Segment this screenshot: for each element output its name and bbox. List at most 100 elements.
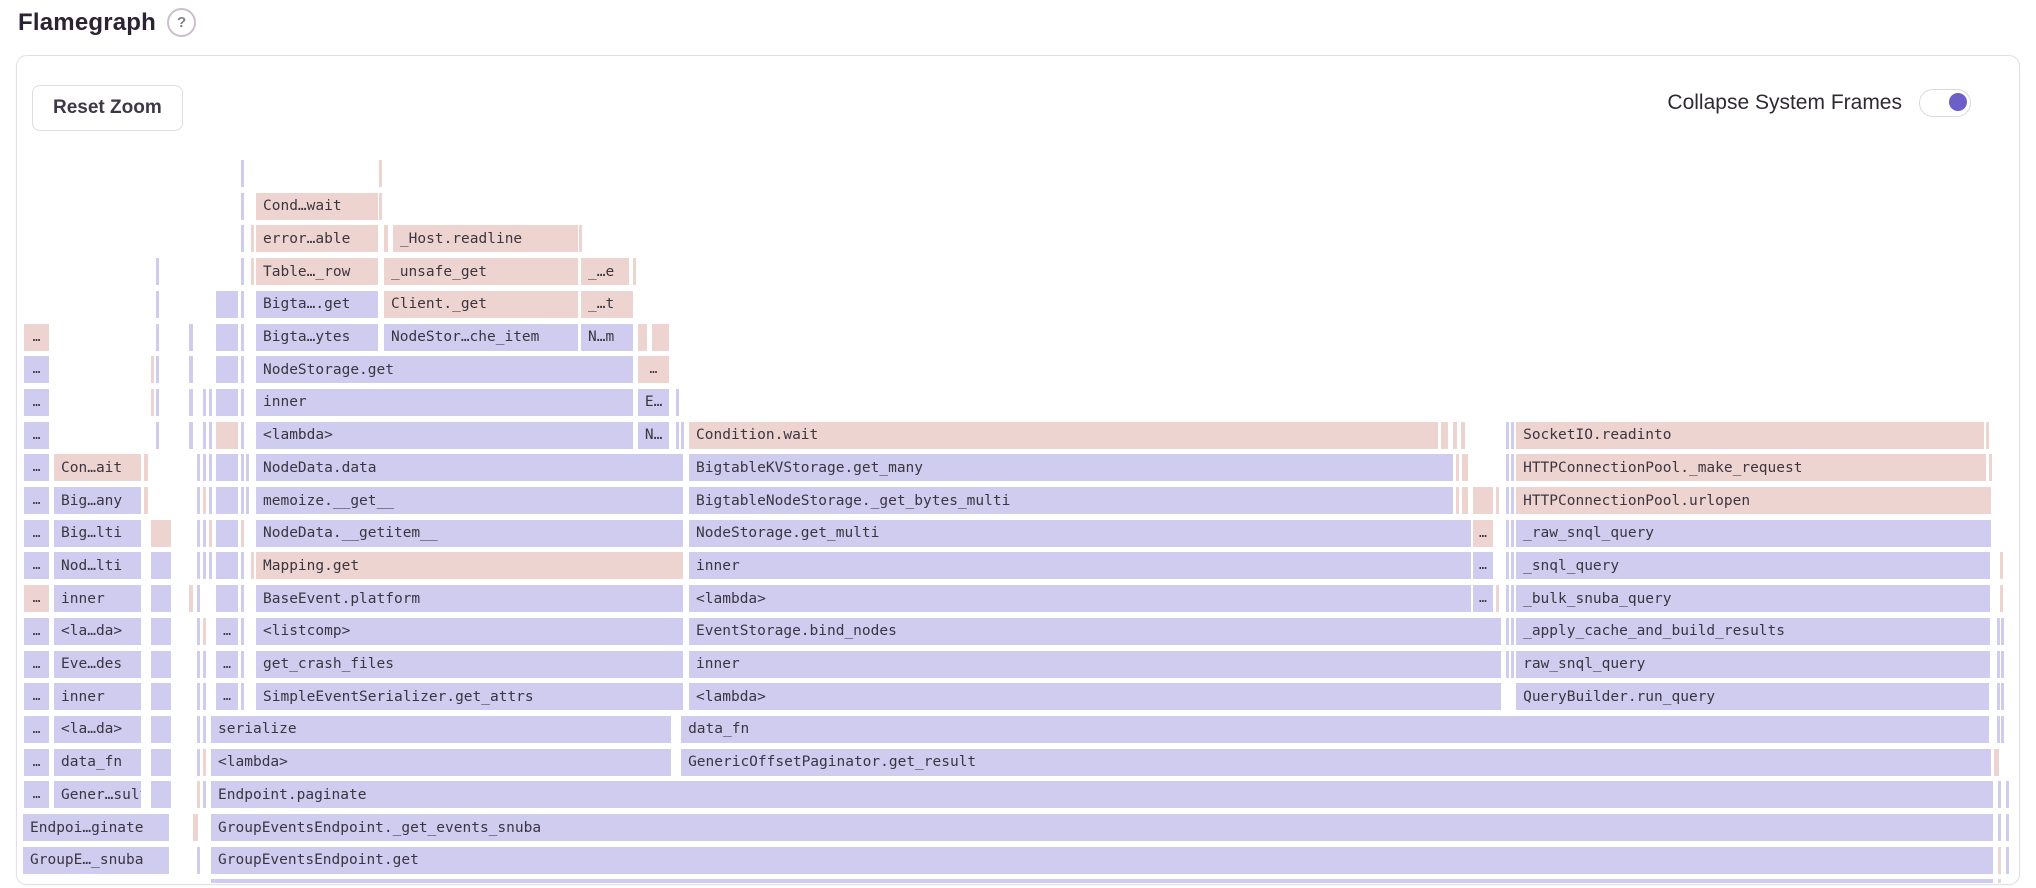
frame-bulk-snuba-query[interactable]: _bulk_snuba_query [1516,585,1990,612]
frame-client-get[interactable]: Client._get [384,291,578,318]
frame-sliver[interactable] [197,520,200,547]
frame-sliver[interactable] [1997,651,2000,678]
frame-sliver[interactable] [241,193,244,220]
frame-sliver[interactable] [151,552,171,579]
frame-[interactable]: … [1473,520,1493,547]
frame-sliver[interactable] [1506,618,1509,645]
frame-cond-wait[interactable]: Cond…wait [256,193,378,220]
frame-sliver[interactable] [241,160,244,187]
frame-[interactable]: … [1473,552,1493,579]
frame-sliver[interactable] [216,585,238,612]
frame-sliver[interactable] [189,324,193,351]
frame-sliver[interactable] [638,324,647,351]
frame-sliver[interactable] [156,356,159,383]
frame-sliver[interactable] [241,422,244,449]
frame-[interactable]: … [24,585,49,612]
frame-sliver[interactable] [197,618,200,645]
frame-t[interactable]: _…t [581,291,633,318]
frame-[interactable]: … [216,651,238,678]
frame-httpconnectionpool-urlopen[interactable]: HTTPConnectionPool.urlopen [1516,487,1991,514]
frame-sliver[interactable] [676,389,679,416]
frame-sliver[interactable] [216,324,238,351]
frame-[interactable]: … [24,389,49,416]
frame-[interactable]: … [24,749,49,776]
frame-sliver[interactable] [1462,454,1468,481]
frame-lambda[interactable]: <lambda> [211,749,671,776]
frame-sliver[interactable] [203,454,206,481]
frame-httpconnectionpool-make-request[interactable]: HTTPConnectionPool._make_request [1516,454,1986,481]
frame-[interactable]: … [24,781,49,808]
frame-raw-snql-query[interactable]: raw_snql_query [1516,651,1990,678]
frame-sliver[interactable] [197,487,200,514]
frame-genericoffsetpaginator-get-result[interactable]: GenericOffsetPaginator.get_result [681,749,1991,776]
frame-sliver[interactable] [151,749,171,776]
frame-sliver[interactable] [241,487,244,514]
frame-sliver[interactable] [1997,683,2000,710]
frame-sliver[interactable] [151,716,171,743]
frame-sliver[interactable] [379,160,382,187]
frame-sliver[interactable] [156,422,159,449]
frame-listcomp[interactable]: <listcomp> [256,618,683,645]
frame-big-lti[interactable]: Big…lti [54,520,141,547]
frame-bigtablenodestorage-get-bytes-multi[interactable]: BigtableNodeStorage._get_bytes_multi [689,487,1453,514]
frame-sliver[interactable] [209,520,212,547]
frame-inner[interactable]: inner [54,585,141,612]
frame-eve-des[interactable]: Eve…des [54,651,141,678]
frame-sliver[interactable] [1506,454,1509,481]
frame-sliver[interactable] [241,618,244,645]
frame-sliver[interactable] [1441,422,1448,449]
frame-gener-sult[interactable]: Gener…sult [54,781,141,808]
frame-querybuilder-run-query[interactable]: QueryBuilder.run_query [1516,683,1989,710]
frame-sliver[interactable] [1456,487,1459,514]
frame-nodedata-getitem[interactable]: NodeData.__getitem__ [256,520,683,547]
frame-sliver[interactable] [1453,422,1457,449]
frame-sliver[interactable] [652,324,669,351]
frame-sliver[interactable] [251,225,254,252]
frame-n[interactable]: N… [638,422,669,449]
frame-e[interactable]: E… [638,389,669,416]
frame-[interactable]: … [1473,585,1493,612]
frame-sliver[interactable] [1496,487,1499,514]
frame-lambda[interactable]: <lambda> [256,422,633,449]
frame-sliver[interactable] [241,683,244,710]
frame-[interactable]: … [24,683,49,710]
frame-simpleeventserializer-get-attrs[interactable]: SimpleEventSerializer.get_attrs [256,683,683,710]
frame-sliver[interactable] [197,749,200,776]
frame-sliver[interactable] [209,552,212,579]
frame-table-row[interactable]: Table…_row [256,258,378,285]
frame-sliver[interactable] [1496,585,1499,612]
frame-apply-cache-and-build-results[interactable]: _apply_cache_and_build_results [1516,618,1990,645]
frame-sliver[interactable] [203,520,206,547]
frame-sliver[interactable] [1997,716,2000,743]
frame-sliver[interactable] [189,356,193,383]
frame-groupeventsendpoint-get-events-snuba[interactable]: GroupEventsEndpoint._get_events_snuba [211,814,1993,841]
frame-endpoi-ginate[interactable]: Endpoi…ginate [23,814,169,841]
frame-[interactable]: … [24,487,49,514]
frame-sliver[interactable] [1986,422,1989,449]
frame-sliver[interactable] [193,814,198,841]
frame-inner[interactable]: inner [256,389,633,416]
frame-sliver[interactable] [156,258,159,285]
frame-get-crash-files[interactable]: get_crash_files [256,651,683,678]
frame-nodedata-data[interactable]: NodeData.data [256,454,683,481]
frame-snql-query[interactable]: _snql_query [1516,552,1990,579]
frame-sliver[interactable] [1511,520,1514,547]
frame-sliver[interactable] [189,585,193,612]
frame-la-da[interactable]: <la…da> [54,716,141,743]
frame-sliver[interactable] [203,422,206,449]
frame-nodestorage-get-multi[interactable]: NodeStorage.get_multi [689,520,1471,547]
frame-sliver[interactable] [2001,618,2004,645]
frame-sliver[interactable] [151,618,171,645]
frame-big-any[interactable]: Big…any [54,487,141,514]
frame-[interactable]: … [24,651,49,678]
frame-sliver[interactable] [1511,651,1514,678]
frame-[interactable]: … [24,520,49,547]
frame-sliver[interactable] [1511,487,1514,514]
frame-sliver[interactable] [151,585,171,612]
frame-sliver[interactable] [1506,552,1509,579]
frame-sliver[interactable] [216,520,238,547]
frame-sliver[interactable] [216,389,238,416]
frame-sliver[interactable] [241,324,244,351]
frame-sliver[interactable] [203,781,206,808]
frame-bigta-get[interactable]: Bigta….get [256,291,378,318]
